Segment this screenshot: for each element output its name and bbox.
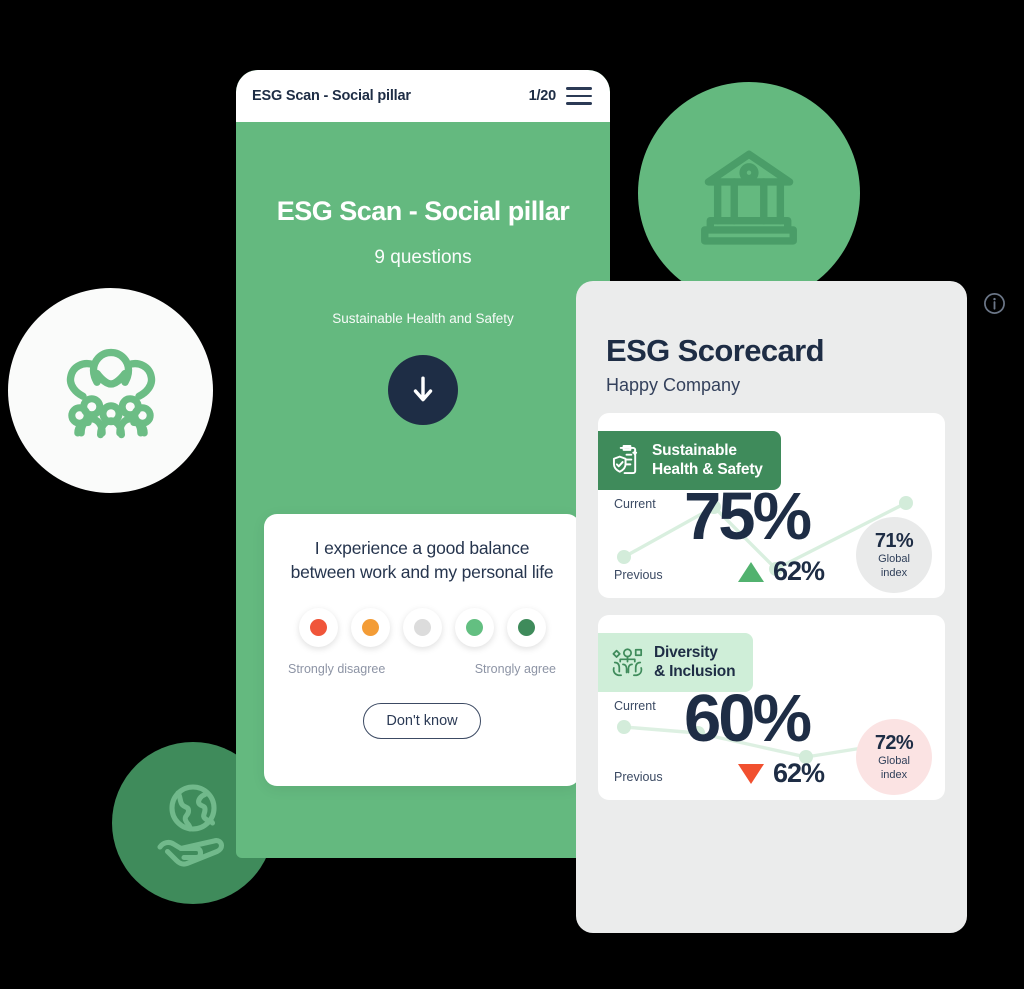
likert-option-disagree[interactable]	[350, 608, 390, 648]
global-index-label-1: Global	[878, 754, 910, 767]
environment-earth-hand-icon	[157, 784, 225, 867]
metric-card-health-safety[interactable]: Sustainable Health & Safety Current Prev…	[598, 413, 945, 598]
hero-question-count: 9 questions	[374, 247, 472, 268]
metric-badge-text: Diversity & Inclusion	[654, 644, 736, 681]
scorecard-company: Happy Company	[606, 375, 741, 395]
decoration-social-circle	[8, 288, 213, 493]
likert-option-neutral[interactable]	[402, 608, 442, 648]
likert-scale	[282, 608, 562, 648]
phone-topbar: ESG Scan - Social pillar 1/20	[236, 70, 610, 122]
global-index-label-2: index	[880, 768, 908, 781]
likert-label-right: Strongly agree	[474, 662, 556, 677]
global-index-badge: 72% Global index	[856, 719, 932, 795]
stage: ESG Scan - Social pillar 1/20 ESG Scan -…	[0, 0, 1024, 989]
arrow-down-icon	[413, 376, 433, 402]
clipboard-health-icon	[612, 445, 638, 475]
label-current: Current	[614, 699, 656, 713]
likert-labels: Strongly disagree Strongly agree	[282, 662, 562, 676]
likert-dot	[413, 619, 431, 637]
metric-badge-line2: Health & Safety	[652, 460, 763, 478]
decoration-governance-circle	[638, 82, 860, 304]
question-card: I experience a good balance between work…	[264, 514, 580, 786]
diversity-people-icon	[612, 648, 643, 677]
label-previous: Previous	[614, 568, 663, 582]
question-text: I experience a good balance between work…	[290, 538, 554, 583]
metric-previous-value: 62%	[773, 758, 825, 788]
scroll-down-button[interactable]	[388, 355, 458, 425]
global-index-label-2: index	[880, 566, 908, 579]
scorecard-title: ESG Scorecard	[606, 333, 825, 368]
hero-title: ESG Scan - Social pillar	[276, 196, 570, 226]
metric-card-diversity-inclusion[interactable]: Diversity & Inclusion Current Previous 6…	[598, 615, 945, 800]
likert-dot	[361, 619, 379, 637]
metric-current-value: 75%	[684, 479, 812, 554]
metric-badge-line1: Diversity	[654, 644, 718, 661]
trend-down-icon	[738, 763, 764, 784]
dont-know-button[interactable]: Don't know	[363, 703, 481, 740]
likert-dot	[309, 619, 327, 637]
global-index-label-1: Global	[878, 552, 910, 565]
label-current: Current	[614, 497, 656, 511]
metric-current-value: 60%	[684, 681, 812, 756]
likert-dot	[517, 619, 535, 637]
likert-option-strongly-agree[interactable]	[506, 608, 546, 648]
label-previous: Previous	[614, 770, 663, 784]
metric-previous-group: 62%	[738, 758, 825, 789]
phone-title: ESG Scan - Social pillar	[252, 88, 411, 104]
scorecard-panel: ESG Scorecard Happy Company Sustainable	[576, 281, 967, 933]
metric-badge-line1: Sustainable	[652, 442, 737, 459]
metric-badge-text: Sustainable Health & Safety	[652, 442, 763, 479]
global-index-badge: 71% Global index	[856, 517, 932, 593]
hamburger-icon[interactable]	[566, 87, 592, 105]
phone-hero: ESG Scan - Social pillar 9 questions Sus…	[236, 122, 610, 425]
metric-previous-value: 62%	[773, 556, 825, 586]
progress-indicator: 1/20	[528, 88, 557, 104]
global-index-value: 71%	[874, 529, 914, 552]
likert-dot	[465, 619, 483, 637]
hero-pillar-name: Sustainable Health and Safety	[332, 311, 514, 326]
global-index-value: 72%	[874, 731, 914, 754]
governance-bank-icon	[701, 150, 797, 245]
likert-option-agree[interactable]	[454, 608, 494, 648]
trend-up-icon	[738, 561, 764, 582]
social-people-icon	[66, 348, 155, 438]
metric-previous-group: 62%	[738, 556, 825, 587]
likert-option-strongly-disagree[interactable]	[298, 608, 338, 648]
info-icon[interactable]	[983, 292, 1006, 315]
likert-label-left: Strongly disagree	[288, 662, 386, 677]
metric-badge-line2: & Inclusion	[654, 662, 736, 680]
